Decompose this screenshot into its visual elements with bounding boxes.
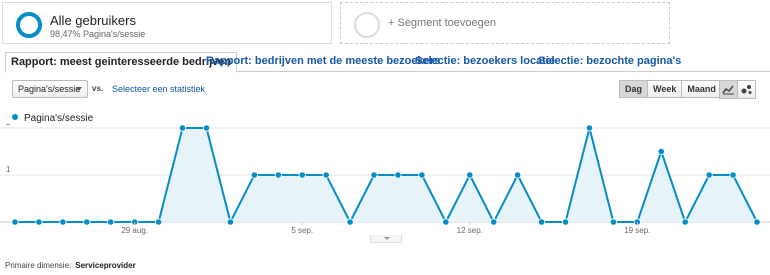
add-segment-card[interactable]: + Segment toevoegen <box>340 2 670 44</box>
week-button[interactable]: Week <box>647 80 683 98</box>
data-point <box>514 171 522 179</box>
data-point <box>729 171 737 179</box>
chart-type-buttons <box>719 80 756 99</box>
chevron-down-icon <box>384 237 390 240</box>
data-point <box>681 218 689 226</box>
data-point <box>226 218 235 226</box>
data-point <box>83 218 91 226</box>
segment-card-all-users[interactable]: Alle gebruikers 98,47% Pagina's/sessie <box>2 2 332 44</box>
data-point <box>202 124 211 132</box>
add-segment-label: + Segment toevoegen <box>388 17 496 29</box>
day-button[interactable]: Dag <box>619 80 649 98</box>
data-point <box>394 171 402 179</box>
chart-resize-handle[interactable] <box>370 235 402 243</box>
chart-legend: Pagina's/sessie <box>12 113 93 124</box>
report-tabs: Rapport: meest geinteresseerde bedrijven… <box>5 52 770 73</box>
primary-dimension: Primaire dimensie: Serviceprovider <box>5 261 136 270</box>
data-point <box>155 218 163 226</box>
vs-label: vs. <box>92 84 104 93</box>
data-point <box>537 218 546 226</box>
metric-select-value: Pagina's/sessie <box>18 84 81 94</box>
data-point <box>178 124 187 132</box>
data-point <box>657 147 665 156</box>
tab-meeste-bezoekers[interactable]: Rapport: bedrijven met de meeste bezoeke… <box>201 52 445 72</box>
primary-dimension-value[interactable]: Serviceprovider <box>75 261 135 270</box>
data-point <box>609 218 617 226</box>
chevron-down-icon <box>76 87 82 91</box>
y-tick-label: 1 <box>6 165 11 174</box>
x-tick-label: 29 aug. <box>121 226 148 235</box>
primary-dimension-label: Primaire dimensie: <box>5 261 72 270</box>
data-point <box>274 171 282 179</box>
data-point <box>59 218 67 226</box>
motion-chart-icon <box>741 85 752 94</box>
x-tick-label: 5 sep. <box>291 226 313 235</box>
segment-title: Alle gebruikers <box>50 13 136 28</box>
legend-label: Pagina's/sessie <box>24 113 94 124</box>
data-point <box>11 218 19 226</box>
x-tick-label: 19 sep. <box>624 226 650 235</box>
data-point <box>107 218 115 226</box>
data-point <box>705 171 713 179</box>
segment-subtitle: 98,47% Pagina's/sessie <box>50 29 146 39</box>
month-button[interactable]: Maand <box>681 80 722 98</box>
empty-segment-icon <box>354 12 380 38</box>
segment-ring-icon <box>16 12 42 38</box>
metric-select[interactable]: Pagina's/sessie <box>12 80 88 98</box>
data-point <box>250 171 258 179</box>
data-point <box>418 171 426 179</box>
data-point <box>585 124 594 132</box>
motion-chart-button[interactable] <box>737 80 756 99</box>
granularity-buttons: Dag Week Maand <box>619 80 722 98</box>
x-tick-label: 12 sep. <box>457 226 483 235</box>
data-point <box>370 171 378 179</box>
data-point <box>346 218 354 226</box>
data-point <box>561 218 570 226</box>
data-point <box>490 218 498 226</box>
series-dot-icon <box>12 114 18 120</box>
y-tick-label: 2 <box>6 124 11 127</box>
data-point <box>442 218 450 226</box>
line-chart-icon <box>722 85 734 95</box>
line-chart: 1 2 29 aug. 5 sep. 12 sep. 19 sep. <box>0 124 770 235</box>
data-point <box>322 171 330 179</box>
data-point <box>466 171 474 179</box>
data-point <box>753 218 761 226</box>
data-point <box>298 171 306 179</box>
data-point <box>35 218 43 226</box>
tab-bezochte-paginas[interactable]: Selectie: bezochte pagina's <box>533 52 686 72</box>
line-chart-button[interactable] <box>719 80 738 99</box>
select-statistic-link[interactable]: Selecteer een statistiek <box>112 84 205 94</box>
